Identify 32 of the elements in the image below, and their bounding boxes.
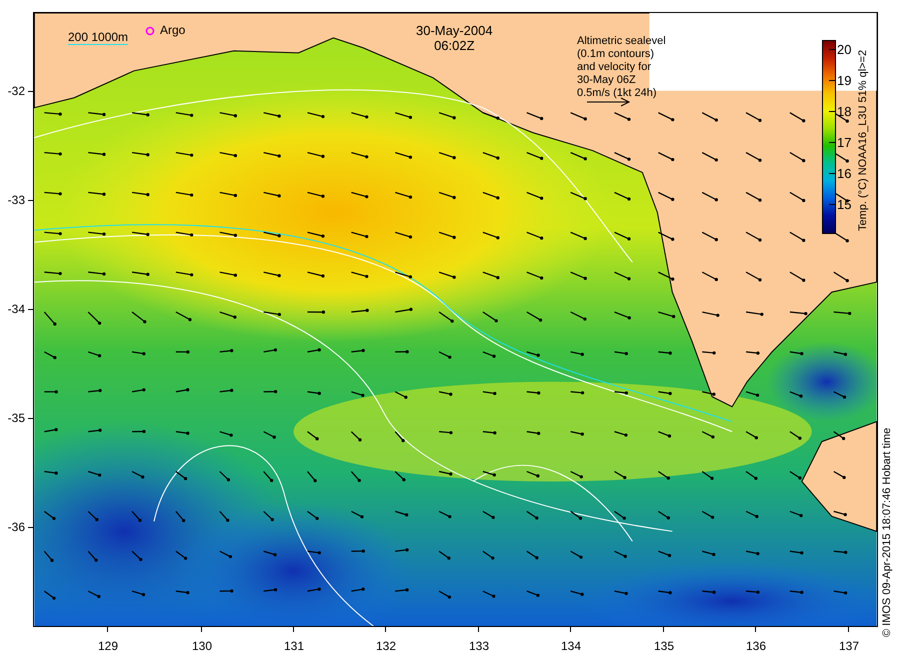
colorbar-tick-label: 20 xyxy=(837,42,852,57)
latitude-tick-label: -33 xyxy=(8,193,25,207)
colorbar-tick-label: 18 xyxy=(837,104,852,119)
legend-text: 30-May 06Z xyxy=(577,74,637,87)
latitude-tick-label: -34 xyxy=(8,302,25,316)
colorbar-tick-label: 17 xyxy=(837,135,852,150)
argo-float-icon xyxy=(145,26,155,36)
colorbar-tick-label: 19 xyxy=(837,73,852,88)
legend-text: and velocity for xyxy=(577,61,652,74)
legend-text: (0.1m contours) xyxy=(577,48,656,61)
map-time-title: 06:02Z xyxy=(433,38,476,53)
longitude-tick-label: 135 xyxy=(654,639,674,653)
legend-text: Altimetric sealevel xyxy=(577,35,666,48)
longitude-tick-label: 129 xyxy=(98,639,118,653)
argo-label: Argo xyxy=(160,23,186,37)
longitude-tick-label: 131 xyxy=(284,639,304,653)
scale-label: 200 1000m xyxy=(68,30,128,45)
latitude-tick-label: -35 xyxy=(8,411,25,425)
map-date-title: 30-May-2004 xyxy=(416,23,493,38)
longitude-tick-label: 136 xyxy=(746,639,766,653)
velocity-scale-arrow-icon xyxy=(587,97,631,107)
colorbar-tick-label: 16 xyxy=(837,166,852,181)
latitude-tick-label: -32 xyxy=(8,84,25,98)
latitude-tick-label: -36 xyxy=(8,520,25,534)
longitude-tick-label: 137 xyxy=(839,639,860,653)
legend-text: 0.5m/s (1kt 24h) xyxy=(577,87,658,100)
colorbar-label: Temp. (°C) NOAA16_L3U 51% ql>=2 xyxy=(857,50,869,231)
longitude-tick-label: 130 xyxy=(192,639,212,653)
longitude-tick-label: 132 xyxy=(376,639,396,653)
longitude-tick-label: 133 xyxy=(469,639,490,653)
longitude-tick-label: 134 xyxy=(561,639,582,653)
credit-text: © IMOS 09-Apr-2015 18:07:46 Hobart time xyxy=(881,428,893,637)
